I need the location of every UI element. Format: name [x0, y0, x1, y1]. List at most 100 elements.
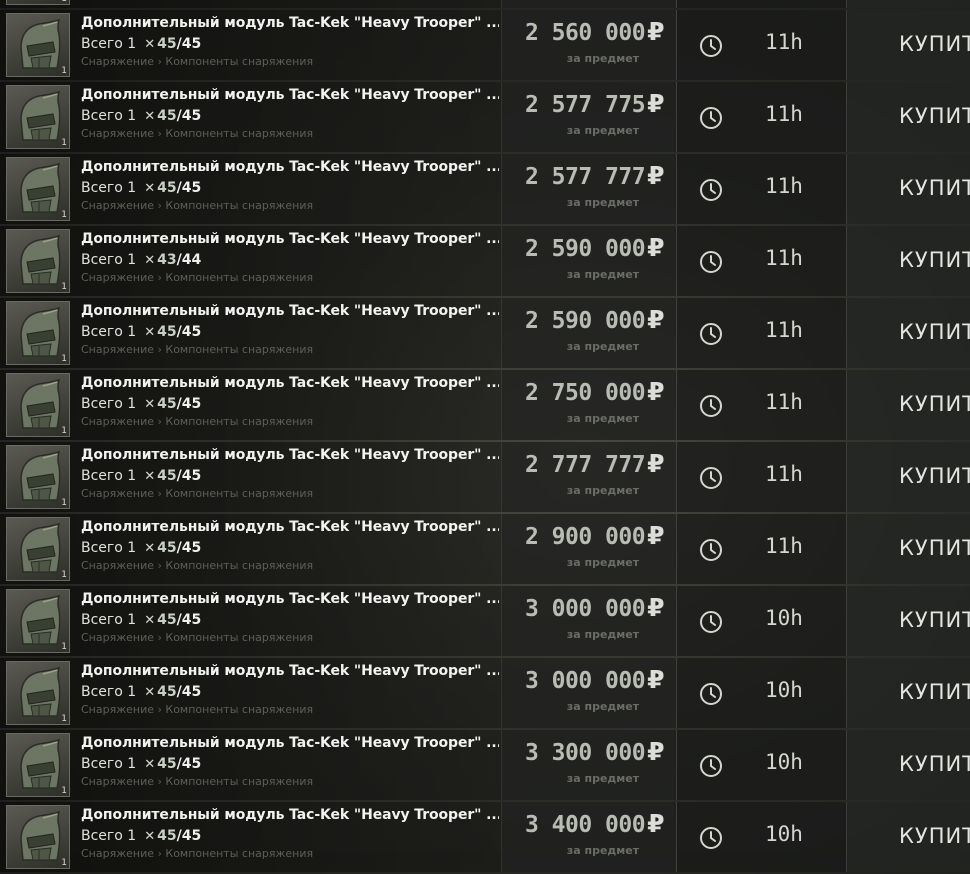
total-count: Всего 1 [81, 468, 137, 484]
durability-current: 45 [157, 540, 177, 556]
ruble-icon: ₽ [647, 809, 664, 838]
durability-current: 45 [157, 468, 177, 484]
buy-button[interactable]: КУПИТЬ [899, 176, 970, 200]
item-title[interactable]: Дополнительный модуль Tac-Kek "Heavy Tro… [81, 807, 499, 823]
item-thumbnail[interactable]: 1 [6, 661, 70, 725]
time-cell: 11h [677, 370, 847, 440]
item-cell: 1 Дополнительный модуль Tac-Kek "Heavy T… [0, 442, 502, 512]
time-left: 11h [765, 174, 803, 198]
durability-max: 45 [181, 540, 202, 556]
offer-row: 1 Дополнительный модуль Tac-Kek "Heavy T… [0, 514, 970, 584]
price-value: 2 560 000 [524, 20, 646, 46]
item-title[interactable]: Дополнительный модуль Tac-Kek "Heavy Tro… [81, 591, 499, 607]
item-thumbnail[interactable]: 1 [6, 157, 70, 221]
buy-button[interactable]: КУПИТЬ [899, 536, 970, 560]
buy-button[interactable]: КУПИТЬ [899, 248, 970, 272]
per-item-label: за предмет [566, 556, 640, 569]
durability-current: 45 [157, 108, 177, 124]
buy-cell: КУПИТЬ [847, 658, 970, 728]
price-cell: 2 577 775₽ за предмет [502, 82, 677, 152]
helmet-module-icon [20, 18, 61, 69]
item-category: Снаряжение › Компоненты снаряжения [81, 703, 314, 716]
buy-button[interactable]: КУПИТЬ [899, 32, 970, 56]
item-meta: Всего 1 ✕ 45/45 [81, 180, 201, 196]
item-thumbnail[interactable]: 1 [6, 445, 70, 509]
price: 2 590 000₽ [525, 305, 665, 334]
offer-row: 1 Дополнительный модуль Tac-Kek "Heavy T… [0, 730, 970, 800]
item-title[interactable]: Дополнительный модуль Tac-Kek "Heavy Tro… [81, 663, 499, 679]
helmet-module-icon [20, 162, 61, 213]
item-title[interactable]: Дополнительный модуль Tac-Kek "Heavy Tro… [81, 735, 499, 751]
time-cell: 11h [677, 0, 847, 8]
item-title[interactable]: Дополнительный модуль Tac-Kek "Heavy Tro… [81, 15, 499, 31]
time-cell: 11h [677, 514, 847, 584]
price-value: 2 577 775 [524, 92, 646, 118]
durability-max: 44 [181, 252, 202, 268]
item-thumbnail[interactable]: 1 [6, 733, 70, 797]
buy-cell: КУПИТЬ [847, 10, 970, 80]
buy-button[interactable]: КУПИТЬ [899, 680, 970, 704]
helmet-module-icon [20, 738, 61, 789]
item-category: Снаряжение › Компоненты снаряжения [81, 343, 314, 356]
durability-max: 45 [181, 108, 202, 124]
item-title[interactable]: Дополнительный модуль Tac-Kek "Heavy Tro… [81, 159, 499, 175]
buy-button[interactable]: КУПИТЬ [899, 392, 970, 416]
total-count: Всего 1 [81, 684, 137, 700]
price: 2 590 000₽ [525, 233, 665, 262]
stack-count: 1 [61, 786, 67, 796]
durability-max: 45 [181, 180, 202, 196]
stack-count: 1 [61, 570, 67, 580]
item-cell: 1 Дополнительный модуль Tac-Kek "Heavy T… [0, 10, 502, 80]
item-title[interactable]: Дополнительный модуль Tac-Kek "Heavy Tro… [81, 87, 499, 103]
total-count: Всего 1 [81, 108, 137, 124]
buy-button[interactable]: КУПИТЬ [899, 824, 970, 848]
ruble-icon: ₽ [647, 665, 664, 694]
item-thumbnail[interactable]: 1 [6, 589, 70, 653]
total-count: Всего 1 [81, 36, 137, 52]
clock-icon [700, 611, 722, 633]
per-item-label: за предмет [566, 412, 640, 425]
buy-button[interactable]: КУПИТЬ [899, 608, 970, 632]
clock-icon [700, 755, 722, 777]
item-title[interactable]: Дополнительный модуль Tac-Kek "Heavy Tro… [81, 447, 499, 463]
buy-cell: КУПИТЬ [847, 514, 970, 584]
item-thumbnail[interactable]: 1 [6, 373, 70, 437]
clock-icon [700, 539, 722, 561]
item-title[interactable]: Дополнительный модуль Tac-Kek "Heavy Tro… [81, 231, 499, 247]
time-left: 11h [765, 246, 803, 270]
price-cell: 2 500 000₽ за предмет [502, 0, 677, 8]
total-count: Всего 1 [81, 180, 137, 196]
item-title[interactable]: Дополнительный модуль Tac-Kek "Heavy Tro… [81, 519, 499, 535]
buy-button[interactable]: КУПИТЬ [899, 752, 970, 776]
helmet-module-icon [20, 810, 61, 861]
stack-count: 1 [61, 354, 67, 364]
item-thumbnail[interactable]: 1 [6, 85, 70, 149]
item-category: Снаряжение › Компоненты снаряжения [81, 55, 314, 68]
durability-max: 45 [181, 468, 202, 484]
item-thumbnail[interactable]: 1 [6, 805, 70, 869]
per-item-label: за предмет [566, 772, 640, 785]
item-title[interactable]: Дополнительный модуль Tac-Kek "Heavy Tro… [81, 375, 499, 391]
ruble-icon: ₽ [647, 233, 664, 262]
clock-icon [700, 107, 722, 129]
total-count: Всего 1 [81, 828, 137, 844]
buy-cell: КУПИТЬ [847, 0, 970, 8]
item-cell: 1 Дополнительный модуль Tac-Kek "Heavy T… [0, 802, 502, 872]
item-thumbnail[interactable]: 1 [6, 301, 70, 365]
item-cell: 1 Дополнительный модуль Tac-Kek "Heavy T… [0, 298, 502, 368]
helmet-module-icon [20, 90, 61, 141]
buy-button[interactable]: КУПИТЬ [899, 464, 970, 488]
buy-cell: КУПИТЬ [847, 730, 970, 800]
durability-current: 45 [157, 756, 177, 772]
item-thumbnail[interactable]: 1 [6, 229, 70, 293]
buy-button[interactable]: КУПИТЬ [899, 104, 970, 128]
item-thumbnail[interactable]: 1 [6, 517, 70, 581]
helmet-module-icon [20, 594, 61, 645]
per-item-label: за предмет [566, 196, 640, 209]
stack-count: 1 [61, 0, 67, 4]
item-cell: 1 Дополнительный модуль Tac-Kek "Heavy T… [0, 730, 502, 800]
item-thumbnail[interactable]: 1 [6, 13, 70, 77]
item-title[interactable]: Дополнительный модуль Tac-Kek "Heavy Tro… [81, 303, 499, 319]
buy-button[interactable]: КУПИТЬ [899, 320, 970, 344]
item-thumbnail[interactable]: 1 [6, 0, 70, 5]
